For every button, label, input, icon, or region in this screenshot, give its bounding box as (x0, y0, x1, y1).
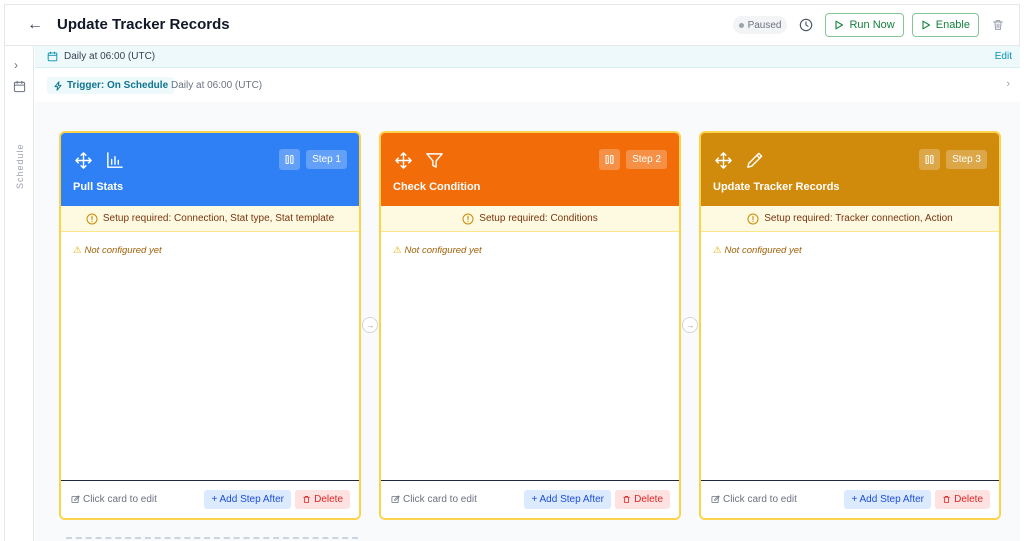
setup-warning: Setup required: Tracker connection, Acti… (701, 206, 999, 232)
status-dot-icon (738, 22, 744, 28)
enable-label: Enable (935, 19, 970, 31)
schedule-text: Daily at 06:00 (UTC) (64, 51, 156, 62)
step-card-header: Check Condition Step 2 (381, 133, 679, 206)
page-title: Update Tracker Records (57, 16, 230, 33)
calendar-icon[interactable] (13, 80, 26, 93)
step-card-footer: Click card to edit + Add Step After Dele… (701, 480, 999, 518)
step-card-1[interactable]: Pull Stats Step 1 Setup required: Connec… (59, 131, 361, 520)
move-icon[interactable] (394, 151, 413, 170)
filter-icon (426, 153, 443, 168)
run-now-button[interactable]: Run Now (825, 13, 904, 37)
add-step-after-button[interactable]: + Add Step After (524, 490, 611, 509)
warning-triangle-icon: ⚠ (393, 245, 402, 256)
not-configured-note: ⚠ Not configured yet (73, 245, 162, 256)
pause-icon (605, 155, 614, 164)
chevron-right-icon[interactable]: › (1006, 78, 1010, 90)
schedule-rail: › Schedule (4, 46, 34, 541)
lightning-icon (54, 80, 62, 91)
step-card-footer: Click card to edit + Add Step After Dele… (61, 480, 359, 518)
warning-circle-icon (86, 213, 98, 224)
setup-warning-text: Setup required: Tracker connection, Acti… (764, 213, 953, 224)
not-configured-text: Not configured yet (724, 245, 802, 256)
click-to-edit-text: Click card to edit (403, 494, 477, 505)
setup-warning-text: Setup required: Conditions (479, 213, 598, 224)
setup-warning-text: Setup required: Connection, Stat type, S… (102, 213, 335, 224)
click-to-edit-text: Click card to edit (83, 494, 157, 505)
move-icon[interactable] (714, 151, 733, 170)
pause-step-button[interactable] (919, 149, 940, 170)
not-configured-text: Not configured yet (84, 245, 162, 256)
status-badge: Paused (732, 16, 788, 34)
pause-step-button[interactable] (599, 149, 620, 170)
enable-button[interactable]: Enable (911, 13, 979, 37)
pause-step-button[interactable] (279, 149, 300, 170)
trigger-chip[interactable]: Trigger: On Schedule (47, 77, 175, 94)
bar-chart-icon (107, 152, 123, 168)
delete-step-button[interactable]: Delete (615, 490, 670, 509)
add-step-after-button[interactable]: + Add Step After (844, 490, 931, 509)
setup-warning: Setup required: Connection, Stat type, S… (61, 206, 359, 232)
clock-icon[interactable] (799, 18, 813, 32)
delete-label: Delete (954, 494, 983, 505)
move-icon[interactable] (74, 151, 93, 170)
trigger-label: Trigger: On Schedule (67, 80, 169, 91)
step-title: Pull Stats (73, 181, 124, 193)
delete-label: Delete (634, 494, 663, 505)
drop-zone-placeholder (66, 537, 358, 539)
step-card-2[interactable]: Check Condition Step 2 Setup required: C… (379, 131, 681, 520)
pause-icon (925, 155, 934, 164)
trash-icon (943, 495, 950, 504)
trash-icon (623, 495, 630, 504)
edit-icon (71, 495, 80, 504)
step-badge: Step 3 (946, 150, 987, 169)
play-icon (922, 20, 930, 30)
warning-triangle-icon: ⚠ (73, 245, 82, 256)
step-card-header: Pull Stats Step 1 (61, 133, 359, 206)
step-title: Check Condition (393, 181, 481, 193)
click-to-edit-hint: Click card to edit (711, 494, 797, 505)
calendar-icon (47, 51, 58, 62)
trash-icon (303, 495, 310, 504)
delete-label: Delete (314, 494, 343, 505)
back-arrow-icon[interactable]: ← (27, 16, 43, 34)
trigger-row[interactable]: Trigger: On Schedule Daily at 06:00 (UTC… (35, 68, 1020, 102)
step-badge: Step 2 (626, 150, 667, 169)
not-configured-note: ⚠ Not configured yet (393, 245, 482, 256)
pencil-icon (747, 152, 763, 168)
expand-chevron-icon[interactable]: › (14, 58, 18, 72)
click-to-edit-hint: Click card to edit (71, 494, 157, 505)
connector-arrow-icon: → (362, 317, 378, 333)
trigger-description: Daily at 06:00 (UTC) (171, 80, 263, 91)
click-to-edit-text: Click card to edit (723, 494, 797, 505)
step-badge: Step 1 (306, 150, 347, 169)
header-actions: Paused Run Now Enable (732, 13, 1005, 37)
step-card-footer: Click card to edit + Add Step After Dele… (381, 480, 679, 518)
not-configured-note: ⚠ Not configured yet (713, 245, 802, 256)
delete-step-button[interactable]: Delete (935, 490, 990, 509)
play-icon (835, 20, 844, 30)
status-text: Paused (747, 19, 782, 31)
step-title: Update Tracker Records (713, 181, 840, 193)
edit-icon (711, 495, 720, 504)
click-to-edit-hint: Click card to edit (391, 494, 477, 505)
warning-triangle-icon: ⚠ (713, 245, 722, 256)
trash-icon[interactable] (991, 18, 1005, 32)
connector-arrow-icon: → (682, 317, 698, 333)
warning-circle-icon (747, 213, 759, 224)
delete-step-button[interactable]: Delete (295, 490, 350, 509)
not-configured-text: Not configured yet (404, 245, 482, 256)
add-step-after-button[interactable]: + Add Step After (204, 490, 291, 509)
setup-warning: Setup required: Conditions (381, 206, 679, 232)
warning-circle-icon (462, 213, 474, 224)
run-now-label: Run Now (849, 19, 895, 31)
step-card-3[interactable]: Update Tracker Records Step 3 Setup requ… (699, 131, 1001, 520)
schedule-edit-link[interactable]: Edit (995, 51, 1012, 62)
schedule-bar: Daily at 06:00 (UTC) Edit (35, 46, 1020, 68)
pause-icon (285, 155, 294, 164)
step-card-header: Update Tracker Records Step 3 (701, 133, 999, 206)
rail-label: Schedule (15, 143, 25, 189)
edit-icon (391, 495, 400, 504)
page-header: ← Update Tracker Records Paused Run Now … (4, 4, 1020, 46)
